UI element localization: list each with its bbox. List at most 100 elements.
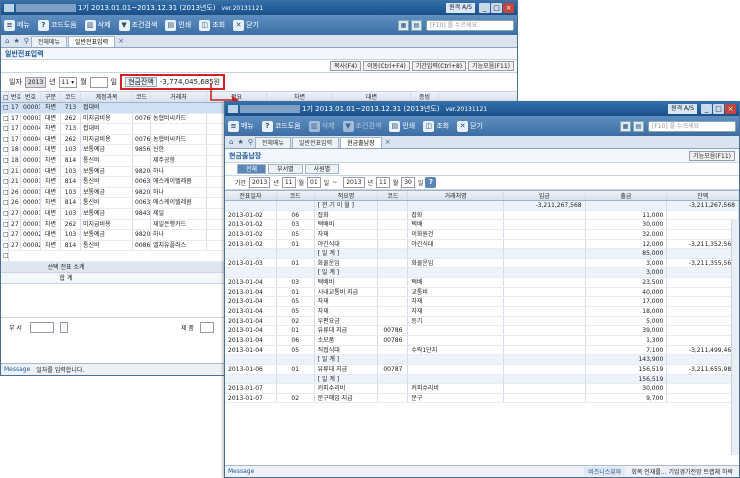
summary-row[interactable]: [ 일 계 ] 143,900 xyxy=(225,355,739,365)
end-year-field[interactable]: 2013 xyxy=(343,177,365,188)
row-checkbox[interactable]: □ xyxy=(1,113,9,124)
start-year-field[interactable]: 2013 xyxy=(249,177,271,188)
department-lookup[interactable] xyxy=(59,322,68,333)
home-icon[interactable]: ⌂ xyxy=(5,37,9,45)
move-button[interactable]: 이동(Ctrl+F4) xyxy=(363,61,410,71)
maximize-button[interactable]: □ xyxy=(713,104,724,114)
delete-button[interactable]: ▥ 삭제 xyxy=(308,120,335,132)
period-input-button[interactable]: 기간입력(Ctrl+8) xyxy=(411,61,467,71)
table-row[interactable]: 2013-01-02 06 잡화 잡화 11,000 xyxy=(225,210,739,221)
minimize-button[interactable]: _ xyxy=(479,3,490,13)
table-row[interactable]: 2013-01-04 02 우편요금 등기 5,000 xyxy=(225,316,739,327)
table-row[interactable]: 2013-01-04 06 소모품 00786 1,300 xyxy=(225,335,739,346)
calendar-icon[interactable]: ▦ xyxy=(620,120,631,132)
view-button[interactable]: ◫ 조회 xyxy=(423,120,449,132)
tab-all-menu[interactable]: 전체메뉴 xyxy=(30,36,67,47)
vertical-scrollbar[interactable] xyxy=(731,220,739,455)
product-field[interactable] xyxy=(199,322,214,333)
search-icon[interactable]: ⚲ xyxy=(24,37,29,45)
row-checkbox[interactable]: □ xyxy=(1,240,9,251)
summary-row[interactable]: [ 일 계 ] 156,519 xyxy=(225,374,739,385)
end-month-field[interactable]: 11 xyxy=(376,177,390,188)
row-checkbox[interactable]: □ xyxy=(1,230,9,240)
table-row[interactable]: 2013-01-02 05 자재 이화원건 32,000 xyxy=(225,229,739,240)
month-select[interactable]: 11 ▾ xyxy=(58,76,78,88)
row-checkbox[interactable]: □ xyxy=(1,177,9,187)
summary-row[interactable]: [ 일 계 ] 85,000 xyxy=(225,249,739,259)
tab-journal-entry[interactable]: 일반전표입력 xyxy=(291,137,340,148)
calculator-icon[interactable]: ▤ xyxy=(411,19,422,31)
table-row[interactable]: 2013-01-04 01 시내교통비 지급 교통비 40,000 xyxy=(225,287,739,298)
summary-row[interactable]: [ 전 기 이 월 ] -3,211,267,568 -3,211,267,568 xyxy=(225,201,739,211)
table-row[interactable]: 2013-01-04 01 유류대 지급 00786 39,000 xyxy=(225,326,739,336)
print-button[interactable]: ▤ 인쇄 xyxy=(389,120,415,132)
menu-button[interactable]: ≡ 메뉴 xyxy=(4,19,30,31)
remote-support-button[interactable]: 원격 A/S xyxy=(446,3,475,13)
summary-row[interactable]: [ 일 계 ] 3,000 xyxy=(225,268,739,279)
table-row[interactable]: 2013-01-06 01 유류대 지급 00787 156,519 -3,211,655… xyxy=(225,364,739,375)
tab-by-employee[interactable]: 사원별 xyxy=(304,164,340,174)
copy-button[interactable]: 복사(F4) xyxy=(330,61,362,71)
delete-button[interactable]: ▥ 삭제 xyxy=(84,19,111,31)
tab-all-menu[interactable]: 전체메뉴 xyxy=(254,137,291,148)
row-checkbox[interactable]: □ xyxy=(1,155,9,166)
table-row[interactable]: 2013-01-04 05 자재 자재 17,000 xyxy=(225,297,739,308)
calculator-icon[interactable]: ▤ xyxy=(633,120,644,132)
remote-support-button[interactable]: 원격 A/S xyxy=(668,104,697,114)
table-row[interactable]: 2013-01-07 02 문구매입 지급 문구 9,700 xyxy=(225,393,739,404)
start-month-field[interactable]: 11 xyxy=(281,177,296,188)
table-row[interactable]: 2013-01-04 03 택배비 택배 23,500 xyxy=(225,278,739,288)
row-checkbox[interactable]: □ xyxy=(1,103,9,113)
table-row[interactable]: 2013-01-02 01 야간식대 야간식대 12,000 -3,211,352,568 xyxy=(225,239,739,250)
header-check[interactable]: □ xyxy=(1,92,9,102)
code-help-button[interactable]: ? 코드도움 xyxy=(37,19,77,31)
filter-button[interactable]: ▼ 조건검색 xyxy=(118,19,157,31)
tab-all[interactable]: 전체 xyxy=(237,164,267,174)
department-field[interactable] xyxy=(29,322,54,333)
maximize-button[interactable]: □ xyxy=(491,3,502,13)
calendar-icon[interactable]: ▦ xyxy=(398,19,409,31)
table-row[interactable]: 2013-01-04 05 자재 자재 18,000 xyxy=(225,307,739,317)
table-row[interactable]: 2013-01-02 03 택배비 택배 30,000 xyxy=(225,220,739,230)
end-day-field[interactable]: 30 xyxy=(401,177,415,188)
home-icon[interactable]: ⌂ xyxy=(229,138,233,146)
view-button[interactable]: ◫ 조회 xyxy=(199,19,225,31)
close-window-button[interactable]: × xyxy=(503,3,514,13)
filter-button[interactable]: ▼ 조건검색 xyxy=(342,120,381,132)
table-row[interactable]: 2013-01-07 커피수리비 커피수리비 30,000 xyxy=(225,384,739,394)
row-checkbox[interactable]: □ xyxy=(1,198,9,208)
close-button[interactable]: ✕ 닫기 xyxy=(457,120,483,132)
close-button[interactable]: ✕ 닫기 xyxy=(233,19,259,31)
close-window-button[interactable]: × xyxy=(725,104,736,114)
star-icon[interactable]: ★ xyxy=(237,138,243,146)
search-input[interactable]: [F10] 를 누르세요 xyxy=(426,19,514,31)
functions-button[interactable]: 기능모음(F11) xyxy=(468,61,514,71)
tab-close-icon[interactable]: × xyxy=(118,37,124,45)
row-checkbox[interactable]: □ xyxy=(1,208,9,219)
table-row[interactable]: 2013-01-04 05 직접식대 수락1단지 7,100 -3,211,499,468 xyxy=(225,345,739,356)
news-ticker[interactable]: 회복 인재를... 기업경기전망 트랩체 하락 xyxy=(631,467,733,476)
search-input[interactable]: [F10] 를 누르세요 xyxy=(648,120,736,132)
row-checkbox[interactable]: □ xyxy=(1,145,9,155)
row-checkbox[interactable]: □ xyxy=(1,124,9,134)
minimize-button[interactable]: _ xyxy=(701,104,712,114)
tab-close-icon[interactable]: × xyxy=(385,138,391,146)
print-button[interactable]: ▤ 인쇄 xyxy=(165,19,191,31)
tab-by-department[interactable]: 부서별 xyxy=(268,164,303,174)
start-day-field[interactable]: 01 xyxy=(307,177,321,188)
row-checkbox[interactable]: □ xyxy=(1,187,9,198)
search-icon[interactable]: ⚲ xyxy=(248,138,253,146)
row-checkbox[interactable]: □ xyxy=(1,219,9,230)
row-checkbox[interactable]: □ xyxy=(1,134,9,145)
row-checkbox[interactable]: □ xyxy=(1,166,9,177)
help-icon[interactable]: ? xyxy=(425,177,437,188)
code-help-button[interactable]: ? 코드도움 xyxy=(261,120,301,132)
menu-button[interactable]: ≡ 메뉴 xyxy=(228,120,254,132)
star-icon[interactable]: ★ xyxy=(13,37,19,45)
table-row[interactable]: 2013-01-03 01 화물운임 화물운임 3,000 -3,211,355,568 xyxy=(225,258,739,269)
news-link[interactable]: 비즈니스뷰와 xyxy=(584,467,626,476)
year-field[interactable]: 2013 xyxy=(24,76,47,88)
tab-journal-entry[interactable]: 일반전표입력 xyxy=(67,36,116,47)
tab-cash-book[interactable]: 현금출납장 xyxy=(340,137,382,148)
functions-button[interactable]: 기능모음(F11) xyxy=(689,150,735,161)
